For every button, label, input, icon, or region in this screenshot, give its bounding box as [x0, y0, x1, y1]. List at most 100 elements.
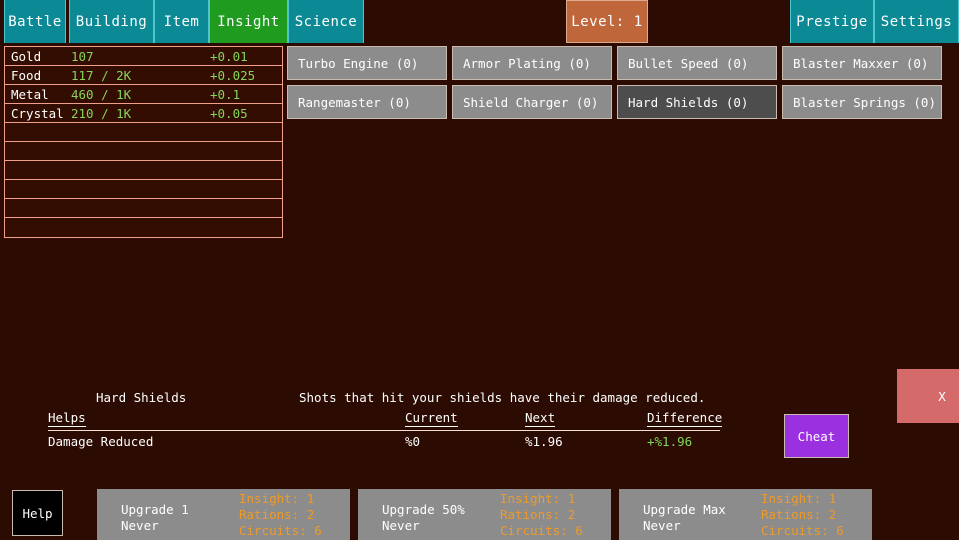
upgrade-cell: Turbo Engine (0) [287, 46, 452, 80]
tab-insight[interactable]: Insight [209, 0, 288, 43]
tab-prestige[interactable]: Prestige [790, 0, 874, 43]
tab-settings[interactable]: Settings [874, 0, 959, 43]
upgrade-button-label: Hard Shields (0) [628, 94, 749, 110]
buy-panel-upgrade-50[interactable]: Upgrade 50% Never Insight: 1 Rations: 2 Circ… [358, 489, 611, 540]
resource-row [5, 123, 282, 142]
tab-battle[interactable]: Battle [4, 0, 66, 43]
buy-panel-upgrade-max[interactable]: Upgrade Max Never Insight: 1 Rations: 2 Circ… [619, 489, 872, 540]
buy-panel-costs: Insight: 1 Rations: 2 Circuits: 6 [761, 489, 844, 539]
upgrade-button-label: Shield Charger (0) [463, 94, 599, 110]
detail-upgrade-name: Hard Shields [96, 390, 187, 405]
buy-panel-title: Upgrade 50% [382, 502, 465, 517]
resource-table: Gold 107 +0.01 Food 117 / 2K +0.025 Metal 460 /… [4, 46, 283, 238]
detail-stats-table: Helps Current Next Difference Damage Red… [48, 410, 723, 451]
detail-value-helps: Damage Reduced [48, 434, 154, 449]
resource-rate: +0.01 [210, 49, 248, 64]
buy-panel-costs: Insight: 1 Rations: 2 Circuits: 6 [239, 489, 322, 539]
upgrade-button-label: Rangemaster (0) [298, 94, 411, 110]
upgrade-button-bullet-speed[interactable]: Bullet Speed (0) [617, 46, 777, 80]
buy-panel-label: Upgrade 50% Never [382, 502, 465, 534]
upgrade-grid: Turbo Engine (0) Armor Plating (0) Bullet … [287, 46, 952, 119]
upgrade-button-shield-charger[interactable]: Shield Charger (0) [452, 85, 612, 119]
upgrade-button-armor-plating[interactable]: Armor Plating (0) [452, 46, 612, 80]
upgrade-button-hard-shields[interactable]: Hard Shields (0) [617, 85, 777, 119]
cost-line: Rations: 2 [239, 507, 315, 522]
resource-row [5, 218, 282, 237]
upgrade-cell: Blaster Springs (0) [782, 85, 947, 119]
resource-row: Crystal 210 / 1K +0.05 [5, 104, 282, 123]
cost-line: Insight: 1 [500, 491, 576, 506]
buy-panel-costs: Insight: 1 Rations: 2 Circuits: 6 [500, 489, 583, 539]
upgrade-button-rangemaster[interactable]: Rangemaster (0) [287, 85, 447, 119]
upgrade-detail-panel: Hard Shields Shots that hit your shields… [0, 388, 959, 449]
detail-stat-row: Damage Reduced %0 %1.96 +%1.96 [48, 431, 720, 451]
upgrade-button-blaster-maxxer[interactable]: Blaster Maxxer (0) [782, 46, 942, 80]
cost-line: Insight: 1 [239, 491, 315, 506]
resource-name: Gold [11, 49, 42, 64]
buy-panel-title: Upgrade Max [643, 502, 726, 517]
detail-header-helps: Helps [48, 410, 86, 427]
resource-name: Food [11, 68, 42, 83]
resource-row [5, 180, 282, 199]
upgrade-button-label: Armor Plating (0) [463, 55, 591, 71]
detail-description: Shots that hit your shields have their d… [299, 390, 706, 405]
buy-panel-title: Upgrade 1 [121, 502, 189, 517]
resource-rate: +0.025 [210, 68, 256, 83]
detail-header-current: Current [405, 410, 458, 427]
resource-amount: 117 / 2K [71, 68, 132, 83]
cost-line: Circuits: 6 [761, 523, 844, 538]
tab-building[interactable]: Building [69, 0, 154, 43]
upgrade-button-blaster-springs[interactable]: Blaster Springs (0) [782, 85, 942, 119]
upgrade-cell: Rangemaster (0) [287, 85, 452, 119]
detail-value-next: %1.96 [525, 434, 563, 449]
buy-panel-subtitle: Never [643, 518, 681, 533]
cost-line: Circuits: 6 [500, 523, 583, 538]
resource-row: Food 117 / 2K +0.025 [5, 66, 282, 85]
level-badge[interactable]: Level: 1 [566, 0, 648, 43]
buy-panel-subtitle: Never [382, 518, 420, 533]
tab-label: Level: 1 [571, 13, 643, 30]
detail-header-row: Helps Current Next Difference [48, 410, 723, 431]
resource-rate: +0.05 [210, 106, 248, 121]
detail-header-next: Next [525, 410, 556, 427]
tab-label: Prestige [796, 13, 868, 30]
resource-row: Metal 460 / 1K +0.1 [5, 85, 282, 104]
resource-row: Gold 107 +0.01 [5, 47, 282, 66]
tab-label: Building [75, 13, 148, 30]
upgrade-cell: Shield Charger (0) [452, 85, 617, 119]
upgrade-button-label: Bullet Speed (0) [628, 55, 749, 71]
tab-item[interactable]: Item [154, 0, 209, 43]
buy-panel-upgrade-1[interactable]: Upgrade 1 Never Insight: 1 Rations: 2 Circui… [97, 489, 350, 540]
cost-line: Circuits: 6 [239, 523, 322, 538]
buy-panel-label: Upgrade Max Never [643, 502, 726, 534]
buy-panel-subtitle: Never [121, 518, 159, 533]
resource-rate: +0.1 [210, 87, 241, 102]
help-button[interactable]: Help [12, 490, 63, 536]
top-tab-bar: Battle Building Item Insight Science Level: 1… [0, 0, 959, 43]
detail-value-difference: +%1.96 [647, 434, 693, 449]
upgrade-button-label: Blaster Maxxer (0) [793, 55, 929, 71]
upgrade-cell: Blaster Maxxer (0) [782, 46, 947, 80]
upgrade-cell: Hard Shields (0) [617, 85, 782, 119]
tab-label: Settings [880, 13, 953, 30]
tab-science[interactable]: Science [288, 0, 364, 43]
detail-header-difference: Difference [647, 410, 723, 427]
cost-line: Rations: 2 [761, 507, 837, 522]
upgrade-button-label: Turbo Engine (0) [298, 55, 419, 71]
cheat-button[interactable]: Cheat [784, 414, 849, 458]
close-button[interactable]: X [897, 369, 959, 423]
resource-row [5, 142, 282, 161]
upgrade-cell: Bullet Speed (0) [617, 46, 782, 80]
detail-title-row: Hard Shields Shots that hit your shields… [0, 388, 959, 408]
upgrade-button-turbo-engine[interactable]: Turbo Engine (0) [287, 46, 447, 80]
cost-line: Rations: 2 [500, 507, 576, 522]
resource-amount: 107 [71, 49, 94, 64]
resource-amount: 460 / 1K [71, 87, 132, 102]
upgrade-button-label: Blaster Springs (0) [793, 94, 936, 110]
resource-amount: 210 / 1K [71, 106, 132, 121]
tab-label: Science [294, 13, 358, 30]
tab-label: Battle [8, 13, 62, 30]
tab-label: Item [163, 13, 200, 30]
cost-line: Insight: 1 [761, 491, 837, 506]
upgrade-cell: Armor Plating (0) [452, 46, 617, 80]
